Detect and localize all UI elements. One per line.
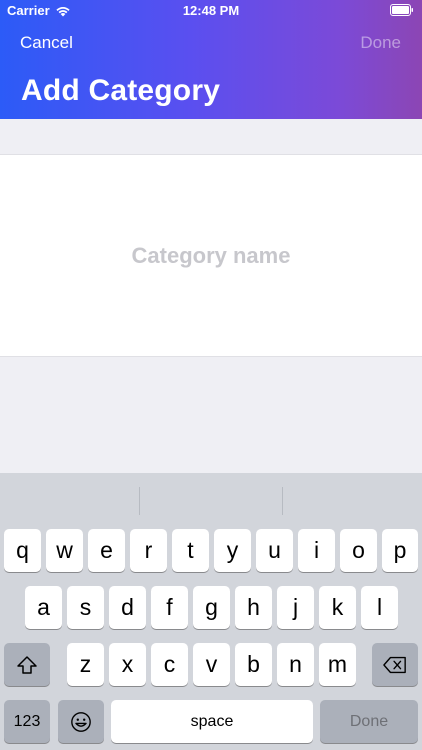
key-f[interactable]: f (151, 586, 188, 629)
key-v[interactable]: v (193, 643, 230, 686)
page-title: Add Category (21, 74, 221, 107)
keyboard-done-key[interactable]: Done (320, 700, 418, 743)
key-u[interactable]: u (256, 529, 293, 572)
status-right (390, 4, 414, 19)
key-g[interactable]: g (193, 586, 230, 629)
key-e[interactable]: e (88, 529, 125, 572)
numbers-key[interactable]: 123 (4, 700, 50, 743)
key-t[interactable]: t (172, 529, 209, 572)
key-a[interactable]: a (25, 586, 62, 629)
key-y[interactable]: y (214, 529, 251, 572)
key-j[interactable]: j (277, 586, 314, 629)
key-l[interactable]: l (361, 586, 398, 629)
suggestion-divider (282, 487, 283, 515)
key-h[interactable]: h (235, 586, 272, 629)
emoji-key[interactable] (58, 700, 104, 743)
key-d[interactable]: d (109, 586, 146, 629)
key-z[interactable]: z (67, 643, 104, 686)
space-key[interactable]: space (111, 700, 313, 743)
key-x[interactable]: x (109, 643, 146, 686)
key-c[interactable]: c (151, 643, 188, 686)
shift-key[interactable] (4, 643, 50, 686)
key-q[interactable]: q (4, 529, 41, 572)
keyboard: q w e r t y u i o p a s d f g h j k l z … (0, 473, 422, 750)
status-bar: Carrier 12:48 PM (0, 0, 422, 22)
key-o[interactable]: o (340, 529, 377, 572)
suggestion-divider (139, 487, 140, 515)
key-p[interactable]: p (382, 529, 418, 572)
key-n[interactable]: n (277, 643, 314, 686)
shift-icon (17, 655, 37, 674)
done-button[interactable]: Done (360, 33, 401, 53)
key-r[interactable]: r (130, 529, 167, 572)
category-name-input[interactable] (0, 242, 422, 269)
delete-icon (383, 656, 406, 673)
suggestion-bar (0, 473, 422, 528)
key-s[interactable]: s (67, 586, 104, 629)
key-k[interactable]: k (319, 586, 356, 629)
status-time: 12:48 PM (182, 3, 240, 18)
key-w[interactable]: w (46, 529, 83, 572)
key-m[interactable]: m (319, 643, 356, 686)
key-b[interactable]: b (235, 643, 272, 686)
category-name-card (0, 154, 422, 357)
cancel-button[interactable]: Cancel (20, 33, 73, 53)
emoji-icon (71, 711, 91, 732)
battery-icon (390, 4, 413, 16)
delete-key[interactable] (372, 643, 418, 686)
key-i[interactable]: i (298, 529, 335, 572)
navigation-header: Carrier 12:48 PM Cancel Done Add Categor… (0, 0, 422, 119)
